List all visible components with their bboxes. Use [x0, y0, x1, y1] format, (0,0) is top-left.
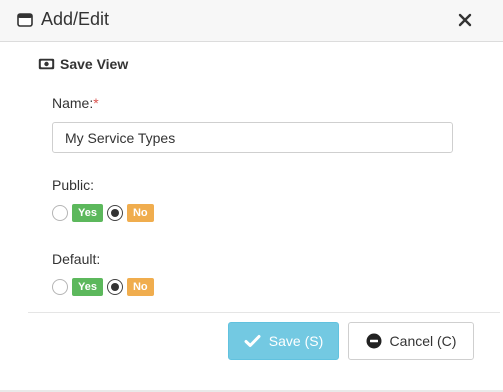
window-icon [17, 13, 33, 27]
public-no-radio[interactable] [106, 205, 123, 221]
money-icon [38, 58, 55, 70]
name-label: Name:* [52, 95, 99, 111]
section-title: Save View [60, 56, 129, 72]
cancel-button[interactable]: Cancel (C) [348, 322, 474, 360]
public-label: Public: [52, 177, 95, 193]
section-header: Save View [38, 55, 128, 73]
cancel-button-label: Cancel (C) [389, 333, 457, 349]
default-no-badge[interactable]: No [126, 278, 154, 296]
save-button-label: Save (S) [268, 333, 324, 349]
close-icon[interactable] [455, 10, 475, 30]
dialog-title: Add/Edit [41, 9, 110, 29]
check-icon [244, 335, 261, 347]
public-yes-badge[interactable]: Yes [72, 204, 103, 222]
public-no-badge[interactable]: No [126, 204, 154, 222]
default-yes-badge[interactable]: Yes [72, 278, 103, 296]
required-marker: * [93, 95, 99, 111]
dialog-titlebar: Add/Edit [0, 0, 503, 42]
public-radio-group: Yes No [52, 203, 158, 223]
default-yes-radio[interactable] [52, 279, 68, 295]
default-label: Default: [52, 251, 101, 267]
footer-divider [28, 312, 500, 313]
default-radio-group: Yes No [52, 277, 158, 297]
minus-circle-icon [366, 333, 382, 349]
default-no-radio[interactable] [106, 279, 123, 295]
public-yes-radio[interactable] [52, 205, 68, 221]
add-edit-dialog: Add/Edit Save View Name:* Public: Yes No… [0, 0, 503, 392]
save-button[interactable]: Save (S) [228, 322, 339, 360]
name-label-text: Name: [52, 95, 94, 111]
name-input[interactable] [52, 122, 453, 153]
